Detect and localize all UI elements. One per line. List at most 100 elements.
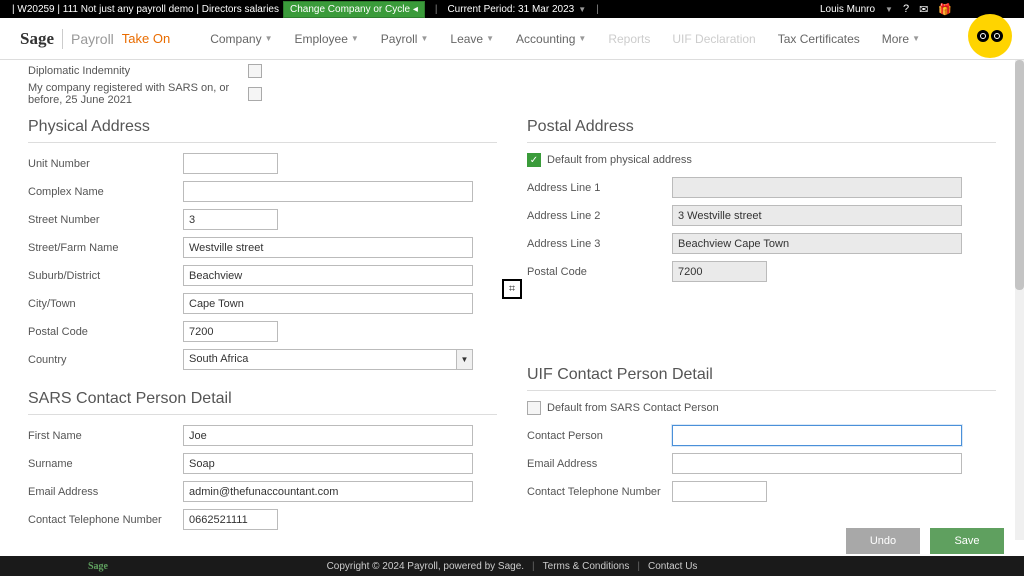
save-button[interactable]: Save — [930, 528, 1004, 554]
email-label: Email Address — [28, 486, 183, 498]
logo: Sage Payroll Take On — [20, 29, 170, 49]
separator: | — [596, 4, 599, 15]
content: Diplomatic Indemnity My company register… — [0, 60, 1024, 540]
street-no-input[interactable] — [183, 209, 278, 230]
nav-employee[interactable]: Employee▼ — [295, 32, 359, 46]
sage-logo: Sage — [20, 29, 54, 49]
complex-input[interactable] — [183, 181, 473, 202]
default-physical-label: Default from physical address — [547, 154, 692, 166]
surname-input[interactable] — [183, 453, 473, 474]
postal-code-label: Postal Code — [527, 266, 672, 278]
surname-label: Surname — [28, 458, 183, 470]
chevron-down-icon: ▼ — [351, 34, 359, 43]
undo-button[interactable]: Undo — [846, 528, 920, 554]
line3-input[interactable] — [672, 233, 962, 254]
sage-footer-logo: Sage — [88, 561, 108, 572]
nav-leave[interactable]: Leave▼ — [450, 32, 494, 46]
sars-reg-label: My company registered with SARS on, or b… — [28, 82, 248, 106]
postal-label: Postal Code — [28, 326, 183, 338]
topbar: | W20259 | 111 Not just any payroll demo… — [0, 0, 1024, 18]
bottombar: Sage Copyright © 2024 Payroll, powered b… — [0, 556, 1024, 576]
navbar: Sage Payroll Take On Company▼ Employee▼ Pa… — [0, 18, 1024, 60]
default-sars-checkbox[interactable] — [527, 401, 541, 415]
terms-link[interactable]: Terms & Conditions — [543, 561, 630, 572]
mail-icon[interactable]: ✉ — [919, 3, 928, 16]
first-name-label: First Name — [28, 430, 183, 442]
street-name-label: Street/Farm Name — [28, 242, 183, 254]
change-company-btn[interactable]: Change Company or Cycle ◂ — [283, 1, 425, 18]
qr-icon[interactable]: ⌗ — [502, 279, 522, 299]
first-name-input[interactable] — [183, 425, 473, 446]
city-input[interactable] — [183, 293, 473, 314]
street-name-input[interactable] — [183, 237, 473, 258]
chevron-down-icon: ▼ — [486, 34, 494, 43]
sars-reg-checkbox[interactable] — [248, 87, 262, 101]
unit-number-label: Unit Number — [28, 158, 183, 170]
country-value: South Africa — [183, 349, 457, 370]
avatar-eye-icon — [991, 30, 1003, 42]
phone-label: Contact Telephone Number — [28, 514, 183, 526]
left-column: Physical Address Unit Number Complex Nam… — [28, 110, 497, 537]
copyright: Copyright © 2024 Payroll, powered by Sag… — [327, 561, 524, 572]
unit-number-input[interactable] — [183, 153, 278, 174]
nav-company[interactable]: Company▼ — [210, 32, 272, 46]
nav-reports: Reports — [608, 32, 650, 46]
nav-payroll[interactable]: Payroll▼ — [381, 32, 429, 46]
chevron-down-icon: ▼ — [578, 34, 586, 43]
line2-label: Address Line 2 — [527, 210, 672, 222]
avatar-eye-icon — [977, 30, 989, 42]
nav-tax-certificates[interactable]: Tax Certificates — [778, 32, 860, 46]
gift-icon[interactable]: 🎁 — [938, 3, 952, 16]
chevron-down-icon: ▼ — [912, 34, 920, 43]
postal-title: Postal Address — [527, 110, 996, 143]
suburb-label: Suburb/District — [28, 270, 183, 282]
uif-phone-label: Contact Telephone Number — [527, 486, 672, 498]
postal-input[interactable] — [183, 321, 278, 342]
uif-email-input[interactable] — [672, 453, 962, 474]
sars-title: SARS Contact Person Detail — [28, 382, 497, 415]
nav-uif-declaration: UIF Declaration — [672, 32, 755, 46]
scrollbar[interactable] — [1015, 60, 1024, 540]
default-physical-checkbox[interactable] — [527, 153, 541, 167]
country-label: Country — [28, 354, 183, 366]
country-select[interactable]: South Africa ▼ — [183, 349, 473, 370]
current-period[interactable]: Current Period: 31 Mar 2023 — [447, 4, 574, 15]
uif-contact-input[interactable] — [672, 425, 962, 446]
line2-input[interactable] — [672, 205, 962, 226]
takeon-text: Take On — [122, 31, 170, 46]
chevron-down-icon: ▼ — [885, 5, 893, 14]
diplomatic-checkbox[interactable] — [248, 64, 262, 78]
line1-input[interactable] — [672, 177, 962, 198]
diplomatic-label: Diplomatic Indemnity — [28, 65, 248, 77]
complex-label: Complex Name — [28, 186, 183, 198]
default-sars-label: Default from SARS Contact Person — [547, 402, 719, 414]
uif-phone-input[interactable] — [672, 481, 767, 502]
uif-email-label: Email Address — [527, 458, 672, 470]
session-text: | W20259 | 111 Not just any payroll demo… — [12, 4, 279, 15]
separator: | — [435, 4, 438, 15]
nav-more[interactable]: More▼ — [882, 32, 920, 46]
chevron-down-icon: ▼ — [420, 34, 428, 43]
chevron-down-icon: ▼ — [578, 5, 586, 14]
scrollbar-thumb[interactable] — [1015, 60, 1024, 290]
user-name[interactable]: Louis Munro — [820, 4, 875, 15]
nav-accounting[interactable]: Accounting▼ — [516, 32, 586, 46]
uif-title: UIF Contact Person Detail — [527, 358, 996, 391]
line3-label: Address Line 3 — [527, 238, 672, 250]
email-input[interactable] — [183, 481, 473, 502]
avatar[interactable] — [968, 14, 1012, 58]
contact-link[interactable]: Contact Us — [648, 561, 697, 572]
physical-title: Physical Address — [28, 110, 497, 143]
suburb-input[interactable] — [183, 265, 473, 286]
postal-code-input[interactable] — [672, 261, 767, 282]
line1-label: Address Line 1 — [527, 182, 672, 194]
chevron-down-icon[interactable]: ▼ — [457, 349, 473, 370]
phone-input[interactable] — [183, 509, 278, 530]
street-no-label: Street Number — [28, 214, 183, 226]
right-column: Postal Address Default from physical add… — [527, 110, 996, 537]
chevron-down-icon: ▼ — [265, 34, 273, 43]
uif-contact-label: Contact Person — [527, 430, 672, 442]
help-icon[interactable]: ? — [903, 3, 909, 15]
city-label: City/Town — [28, 298, 183, 310]
payroll-text: Payroll — [71, 31, 114, 47]
